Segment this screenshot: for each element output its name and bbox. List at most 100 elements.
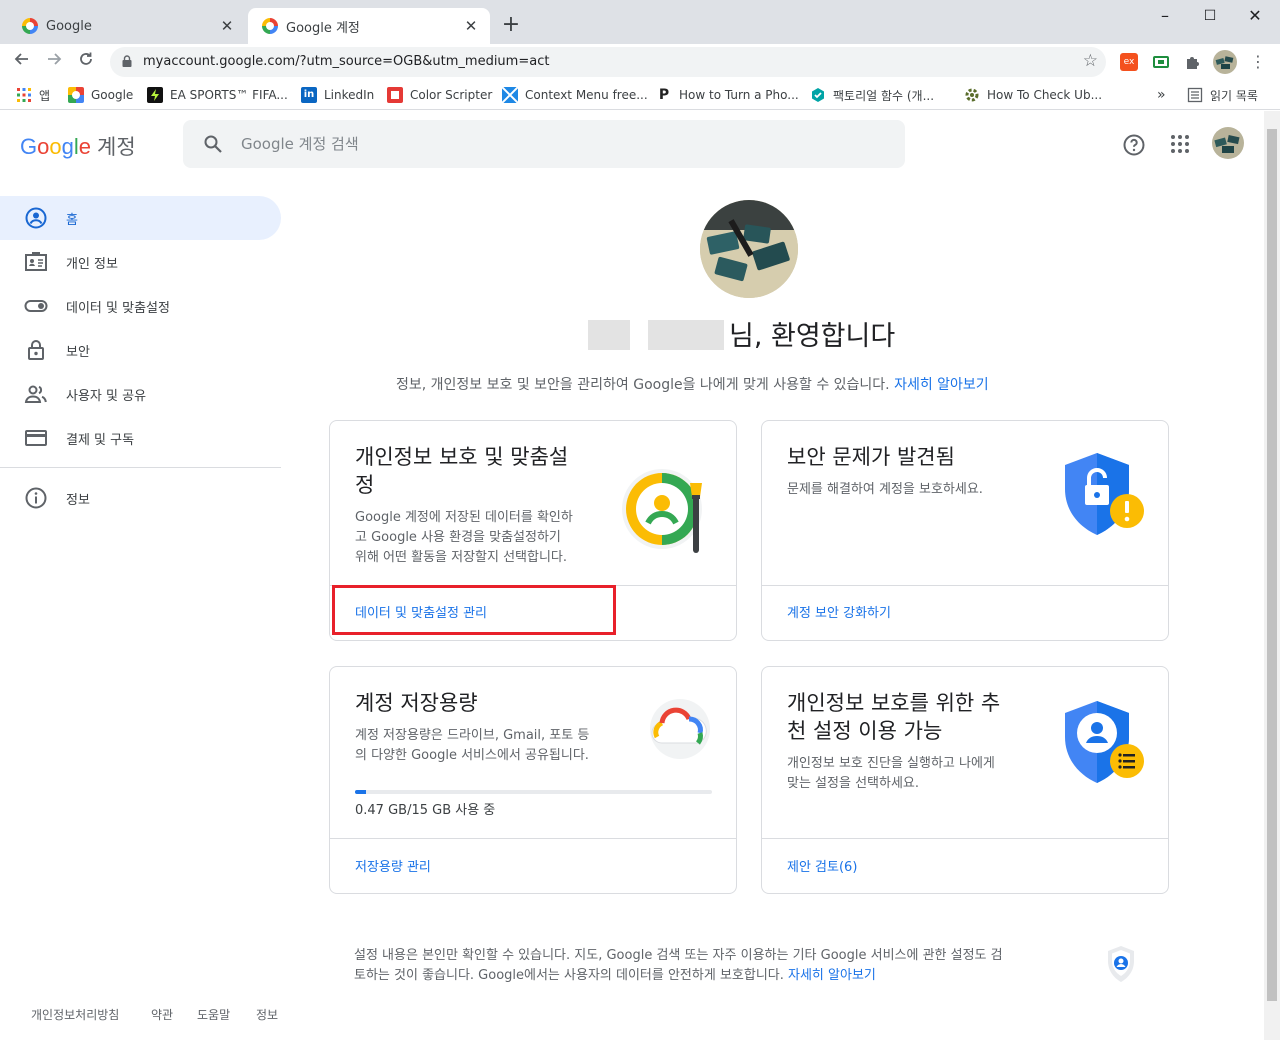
sidebar-item-data-personalization[interactable]: 데이터 및 맞춤설정: [0, 284, 281, 328]
tab-google[interactable]: Google ✕: [8, 8, 246, 44]
card-desc-line: Google 계정에 저장된 데이터를 확인하: [355, 510, 573, 525]
address-bar[interactable]: myaccount.google.com/?utm_source=OGB&utm…: [110, 47, 1106, 77]
bookmarks-overflow-button[interactable]: »: [1157, 85, 1166, 105]
google-account-logo[interactable]: Google 계정: [20, 131, 136, 161]
bookmark-label: LinkedIn: [324, 88, 375, 102]
sidebar-item-label: 정보: [66, 493, 90, 508]
tab-google-account[interactable]: Google 계정 ✕: [248, 8, 490, 44]
bookmark-label: 앱: [39, 88, 51, 103]
bookmark-how-to-turn[interactable]: P How to Turn a Pho...: [656, 85, 799, 105]
cloud-storage-icon: [650, 699, 710, 759]
privacy-recommendations-card: 개인정보 보호를 위한 추 천 설정 이용 가능 개인정보 보호 진단을 실행하…: [761, 666, 1169, 894]
footer-link-privacy-policy[interactable]: 개인정보처리방침: [31, 1006, 119, 1023]
reload-icon[interactable]: [74, 50, 98, 74]
bookmark-label: How to Turn a Pho...: [679, 88, 799, 102]
google-apps-icon[interactable]: [1170, 134, 1190, 154]
context-menu-icon: [501, 86, 519, 104]
search-icon[interactable]: [203, 134, 223, 154]
footer-link-terms[interactable]: 약관: [151, 1006, 173, 1023]
bookmark-factorial[interactable]: 팩토리얼 함수 (개...: [810, 85, 934, 105]
card-title-line: 개인정보 보호 및 맞춤설: [355, 445, 569, 469]
forward-arrow-icon[interactable]: [42, 50, 66, 74]
lock-icon[interactable]: [122, 55, 132, 67]
bookmark-star-icon[interactable]: ☆: [1083, 51, 1098, 71]
tab-title: Google 계정: [286, 20, 360, 36]
maximize-button[interactable]: ☐: [1195, 4, 1225, 28]
sidebar-item-label: 개인 정보: [66, 257, 118, 272]
profile-avatar[interactable]: [1213, 50, 1237, 74]
profile-photo[interactable]: [700, 200, 798, 298]
credit-card-icon: [25, 430, 47, 446]
card-footer: 계정 보안 강화하기: [762, 585, 1168, 621]
account-search[interactable]: [183, 120, 905, 168]
card-title-line: 보안 문제가 발견됨: [787, 445, 955, 469]
bookmark-ubuntu[interactable]: How To Check Ub...: [964, 85, 1102, 105]
back-arrow-icon[interactable]: [10, 50, 34, 74]
browser-menu-icon[interactable]: ⋮: [1246, 50, 1270, 74]
security-issue-card: 보안 문제가 발견됨 문제를 해결하여 계정을 보호하세요. 계정 보안 강화하…: [761, 420, 1169, 641]
card-desc-line: 의 다양한 Google 서비스에서 공유됩니다.: [355, 748, 589, 763]
app-header: Google 계정: [0, 111, 1270, 177]
search-input[interactable]: [241, 132, 841, 156]
info-icon: [25, 487, 47, 509]
extensions-puzzle-icon[interactable]: [1184, 53, 1202, 71]
scrollbar-thumb[interactable]: [1267, 129, 1277, 1001]
footer-link-about[interactable]: 정보: [256, 1006, 278, 1023]
id-card-icon: [25, 252, 47, 271]
card-desc-line: 고 Google 사용 환경을 맞춤설정하기: [355, 530, 561, 545]
bookmarks-bar: 앱 Google EA SPORTS™ FIFA... in LinkedIn …: [0, 80, 1280, 110]
footer-link-help[interactable]: 도움말: [197, 1006, 230, 1023]
strengthen-security-link[interactable]: 계정 보안 강화하기: [787, 602, 891, 621]
manage-storage-link[interactable]: 저장용량 관리: [355, 856, 431, 875]
sidebar-item-people-sharing[interactable]: 사용자 및 공유: [0, 372, 281, 416]
new-tab-button[interactable]: +: [500, 12, 522, 37]
ubuntu-icon: [964, 87, 980, 103]
toggle-icon: [24, 300, 48, 312]
close-window-button[interactable]: ✕: [1240, 4, 1270, 28]
sidebar-item-about[interactable]: 정보: [0, 476, 281, 520]
close-tab-icon[interactable]: ✕: [462, 17, 480, 35]
bookmark-label: 팩토리얼 함수 (개...: [833, 88, 935, 103]
privacy-shield-icon: [1108, 946, 1134, 982]
sidebar-item-personal-info[interactable]: 개인 정보: [0, 240, 281, 284]
bookmark-google[interactable]: Google: [68, 85, 133, 105]
card-title-line: 계정 저장용량: [355, 691, 478, 715]
bookmark-color-scripter[interactable]: Color Scripter: [387, 85, 492, 105]
color-scripter-icon: [387, 87, 403, 103]
card-desc-line: 계정 저장용량은 드라이브, Gmail, 포토 등: [355, 728, 590, 743]
welcome-greeting: 님, 환영합니다: [729, 321, 896, 352]
sidebar-item-security[interactable]: 보안: [0, 328, 281, 372]
sidebar-item-label: 결제 및 구독: [66, 433, 135, 448]
account-avatar[interactable]: [1212, 127, 1244, 159]
bookmark-context-menu[interactable]: Context Menu free...: [501, 85, 648, 105]
learn-more-link[interactable]: 자세히 알아보기: [894, 377, 989, 393]
review-suggestions-link[interactable]: 제안 검토(6): [787, 856, 857, 875]
bookmark-apps[interactable]: 앱: [16, 85, 50, 105]
bookmark-fifa[interactable]: EA SPORTS™ FIFA...: [147, 85, 288, 105]
card-title-line: 개인정보 보호를 위한 추: [787, 691, 1001, 715]
people-icon: [24, 385, 47, 403]
intro-sentence: 정보, 개인정보 보호 및 보안을 관리하여 Google을 나에게 맞게 사용…: [396, 377, 890, 393]
bookmark-linkedin[interactable]: in LinkedIn: [301, 85, 374, 105]
card-desc-line: 위해 어떤 활동을 저장할지 선택합니다.: [355, 550, 568, 565]
page-scrollbar[interactable]: [1264, 111, 1280, 1040]
reading-list-button[interactable]: 읽기 목록: [1187, 85, 1258, 105]
sidebar-item-label: 사용자 및 공유: [66, 389, 147, 404]
sidebar-item-payments[interactable]: 결제 및 구독: [0, 416, 281, 460]
minimize-button[interactable]: –: [1150, 4, 1180, 28]
card-footer: 저장용량 관리: [330, 838, 736, 875]
footer-learn-more-link[interactable]: 자세히 알아보기: [788, 968, 876, 983]
sidebar-item-home[interactable]: 홈: [0, 196, 281, 240]
home-user-icon: [25, 207, 47, 229]
help-icon[interactable]: [1122, 133, 1146, 157]
extension-icon[interactable]: ex: [1120, 53, 1138, 71]
close-tab-icon[interactable]: ✕: [218, 17, 236, 35]
bookmark-label: Color Scripter: [410, 88, 493, 102]
screen-extension-icon[interactable]: [1152, 53, 1170, 71]
footer-note-line: 설정 내용은 본인만 확인할 수 있습니다. 지도, Google 검색 또는 …: [354, 948, 1003, 963]
bookmark-label: Context Menu free...: [525, 88, 648, 102]
linkedin-icon: in: [301, 87, 317, 103]
blurred-name-part: [648, 320, 724, 350]
shield-warning-icon: [1065, 453, 1144, 535]
factorial-icon: [810, 87, 826, 103]
